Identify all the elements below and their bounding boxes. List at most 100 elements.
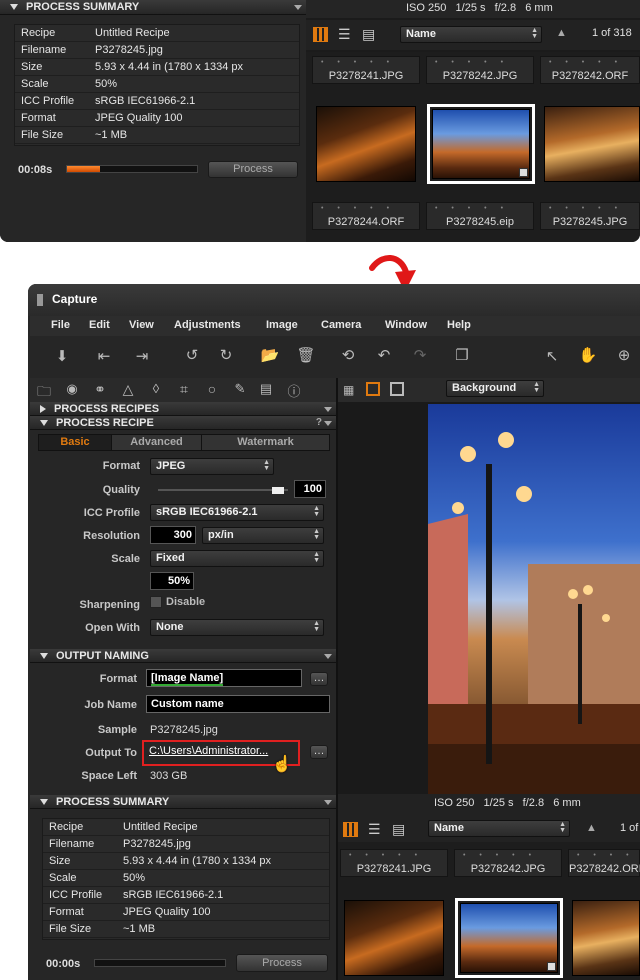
tab-advanced[interactable]: Advanced [111,435,201,450]
redo-icon[interactable]: ↷ [410,346,430,364]
menu-window[interactable]: Window [385,319,427,331]
collapse-icon[interactable] [40,652,48,659]
adjustments-tab-icon[interactable]: ✎ [230,381,250,397]
menu-image[interactable]: Image [266,319,298,331]
thumbnail-caption[interactable]: • • • • • P3278245.eip [426,202,534,230]
output-tab-icon[interactable]: ▤ [256,381,276,397]
bottom-process-button[interactable]: Process [236,954,328,972]
thumbnail-caption[interactable]: • • • • • P3278245.JPG [540,202,640,230]
selected-thumbnail-frame[interactable] [455,898,563,978]
job-name-input[interactable]: Custom name [146,695,330,713]
details-tab-icon[interactable]: ◊ [146,381,166,396]
crop-tab-icon[interactable]: ⌗ [174,381,194,398]
format-select[interactable]: JPEG ▲ ▼ [150,458,274,475]
scale-select[interactable]: Fixed ▲ ▼ [150,550,324,567]
menu-camera[interactable]: Camera [321,319,361,331]
color-tab-icon[interactable]: ⚭ [90,381,110,398]
thumbnail-image[interactable] [432,109,530,179]
tab-watermark[interactable]: Watermark [201,435,329,450]
main-photo[interactable] [428,404,640,796]
select-cursor-icon[interactable]: ↖ [542,347,562,365]
naming-format-browse-button[interactable]: … [310,672,328,686]
previous-variant-icon[interactable]: ⇤ [94,347,114,365]
quality-slider-track[interactable] [158,489,288,491]
folder-move-icon[interactable]: 📂 [260,346,280,364]
single-view-icon[interactable] [366,382,380,396]
thumbnail-image[interactable] [316,106,416,182]
expand-icon[interactable] [40,404,46,413]
icc-select[interactable]: sRGB IEC61966-2.1 ▲ ▼ [150,504,324,521]
next-variant-icon[interactable]: ⇥ [132,347,152,365]
collapse-icon[interactable] [40,419,48,426]
thumbnail-image[interactable] [460,903,558,973]
panel-menu-icon[interactable] [324,421,332,426]
reset-icon[interactable]: ⟲ [338,346,358,364]
thumbnail-caption[interactable]: • • • • • P3278242.JPG [454,849,562,877]
thumbnail-caption[interactable]: • • • • • P3278242.ORF [540,56,640,84]
help-icon[interactable]: ? [316,416,322,430]
menu-file[interactable]: File [51,319,70,331]
open-with-select[interactable]: None ▲ ▼ [150,619,324,636]
resolution-input[interactable]: 300 [150,526,196,544]
filmstrip-view-icon[interactable]: ▤ [362,26,375,43]
grid-view-icon[interactable] [343,822,358,837]
undo-icon[interactable]: ↶ [374,346,394,364]
panel-menu-icon[interactable] [324,407,332,412]
thumbnail-image[interactable] [344,900,444,976]
quality-input[interactable]: 100 [294,480,326,498]
thumbnail-caption[interactable]: • • • • • P3278241.JPG [312,56,420,84]
menu-adjustments[interactable]: Adjustments [174,319,241,331]
pan-hand-icon[interactable]: ✋ [578,346,598,364]
panel-menu-icon[interactable] [324,654,332,659]
collapse-icon[interactable] [10,3,18,10]
process-button[interactable]: Process [208,161,298,178]
menu-edit[interactable]: Edit [89,319,110,331]
resolution-unit-select[interactable]: px/in ▲ ▼ [202,527,324,544]
rotate-right-icon[interactable]: ↻ [216,346,236,364]
process-recipes-header[interactable]: PROCESS RECIPES [30,402,336,416]
sort-direction-icon[interactable]: ▲ [586,822,597,834]
thumbnail-caption[interactable]: • • • • • P3278244.ORF [312,202,420,230]
thumbnail-name: P3278242.ORF [551,70,629,82]
collapse-icon[interactable] [40,798,48,805]
list-view-icon[interactable]: ☰ [368,821,381,838]
grid-icon[interactable]: ▦ [343,383,354,397]
process-recipe-header[interactable]: PROCESS RECIPE ? [30,416,336,430]
menu-view[interactable]: View [129,319,154,331]
exposure-tab-icon[interactable]: △ [118,381,138,398]
quality-slider-handle[interactable] [272,487,284,494]
zoom-icon[interactable]: ⊕ [614,346,634,364]
info-tab-icon[interactable]: ⓘ [284,381,304,400]
bottom-summary-header[interactable]: PROCESS SUMMARY [30,795,336,809]
panel-menu-icon[interactable] [324,800,332,805]
naming-format-input[interactable]: [Image Name] [146,669,302,687]
sharpening-checkbox[interactable] [150,596,162,608]
selected-thumbnail-frame[interactable] [427,104,535,184]
thumbnail-image[interactable] [572,900,640,976]
copy-adjustments-icon[interactable]: ❐ [452,346,472,364]
thumbnail-image[interactable] [544,106,640,182]
camera-tab-icon[interactable]: ◉ [62,381,82,397]
panel-menu-icon[interactable] [294,5,302,10]
output-browse-button[interactable]: … [310,745,328,759]
filmstrip-view-icon[interactable]: ▤ [392,821,405,838]
focus-tab-icon[interactable]: ○ [202,381,222,397]
import-icon[interactable]: ⬇ [52,347,72,365]
thumbnail-caption[interactable]: • • • • • P3278241.JPG [340,849,448,877]
rotate-left-icon[interactable]: ↺ [182,346,202,364]
grid-view-icon[interactable] [313,27,328,42]
output-naming-header[interactable]: OUTPUT NAMING [30,649,336,663]
trash-icon[interactable]: 🗑 [296,346,316,364]
menu-help[interactable]: Help [447,319,471,331]
tab-basic[interactable]: Basic [39,435,111,450]
compare-icon[interactable] [390,382,404,396]
sort-direction-icon[interactable]: ▲ [556,27,567,39]
top-summary-header[interactable]: PROCESS SUMMARY [0,0,306,15]
thumbnail-caption[interactable]: • • • • P3278242.ORF [568,849,640,877]
sort-select[interactable]: Name ▲ ▼ [400,26,542,43]
scale-input[interactable]: 50% [150,572,194,590]
thumbnail-caption[interactable]: • • • • • P3278242.JPG [426,56,534,84]
bottom-sort-select[interactable]: Name ▲ ▼ [428,820,570,837]
background-select[interactable]: Background ▲ ▼ [446,380,544,397]
list-view-icon[interactable]: ☰ [338,26,351,43]
